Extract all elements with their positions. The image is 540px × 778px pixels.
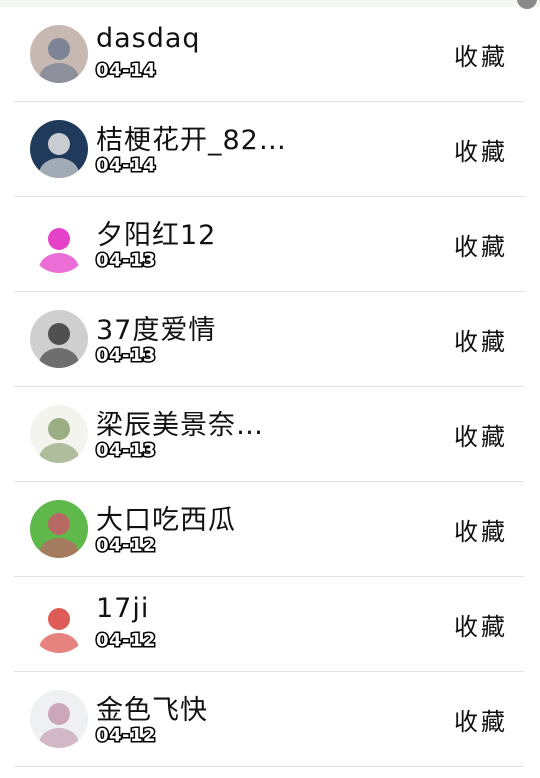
favorite-button[interactable]: 收藏 (454, 417, 508, 452)
user-name: 17ji (96, 593, 150, 624)
avatar[interactable] (30, 120, 88, 178)
avatar[interactable] (30, 690, 88, 748)
list-item[interactable]: 桔梗花开_82… 04-14 收藏 (14, 102, 524, 197)
user-name: dasdaq (96, 23, 201, 54)
user-name: 37度爱情 (96, 315, 217, 346)
favorite-button[interactable]: 收藏 (454, 322, 508, 357)
item-date: 04-12 (94, 629, 157, 653)
user-name: 桔梗花开_82… (96, 125, 287, 156)
user-list: dasdaq 04-14 收藏 桔梗花开_82… 04-14 收藏 夕阳红12 … (0, 7, 540, 767)
avatar[interactable] (30, 595, 88, 653)
list-item[interactable]: 梁辰美景奈… 04-13 收藏 (14, 387, 524, 482)
favorite-button[interactable]: 收藏 (454, 132, 508, 167)
item-date: 04-14 (94, 154, 157, 178)
top-status-strip (0, 0, 540, 7)
favorite-button[interactable]: 收藏 (454, 607, 508, 642)
list-item[interactable]: 大口吃西瓜 04-12 收藏 (14, 482, 524, 577)
item-date: 04-13 (94, 439, 157, 463)
item-date: 04-13 (94, 249, 157, 273)
favorite-button[interactable]: 收藏 (454, 227, 508, 262)
avatar[interactable] (30, 500, 88, 558)
avatar[interactable] (30, 405, 88, 463)
item-date: 04-14 (94, 59, 157, 83)
item-date: 04-12 (94, 534, 157, 558)
favorite-button[interactable]: 收藏 (454, 702, 508, 737)
avatar[interactable] (30, 25, 88, 83)
list-item[interactable]: dasdaq 04-14 收藏 (14, 7, 524, 102)
user-name: 夕阳红12 (96, 220, 217, 251)
list-item[interactable]: 17ji 04-12 收藏 (14, 577, 524, 672)
favorite-button[interactable]: 收藏 (454, 37, 508, 72)
list-item[interactable]: 金色飞快 04-12 收藏 (14, 672, 524, 767)
user-name: 大口吃西瓜 (96, 505, 236, 536)
favorite-button[interactable]: 收藏 (454, 512, 508, 547)
user-name: 金色飞快 (96, 695, 208, 726)
list-item[interactable]: 夕阳红12 04-13 收藏 (14, 197, 524, 292)
list-item[interactable]: 37度爱情 04-13 收藏 (14, 292, 524, 387)
avatar[interactable] (30, 215, 88, 273)
item-date: 04-12 (94, 724, 157, 748)
avatar[interactable] (30, 310, 88, 368)
item-date: 04-13 (94, 344, 157, 368)
user-name: 梁辰美景奈… (96, 410, 264, 441)
